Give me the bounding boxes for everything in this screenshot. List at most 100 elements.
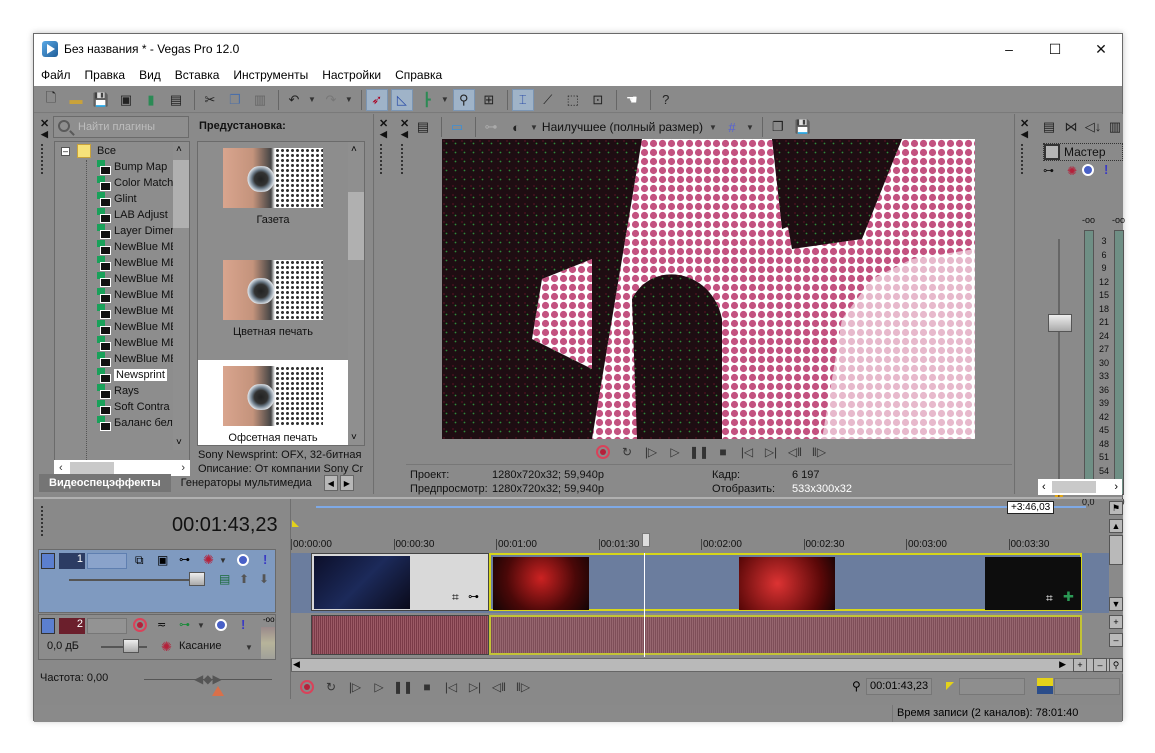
selection-length-field[interactable] — [1054, 678, 1120, 695]
scroll-right-icon[interactable]: › — [181, 462, 185, 474]
plugin-item[interactable]: Rays — [95, 383, 139, 399]
zoom-in-vertical-icon[interactable]: + — [1109, 615, 1123, 629]
snap-icon[interactable]: ◺ — [390, 88, 413, 111]
arm-record-button[interactable] — [133, 618, 147, 635]
play-from-start-button[interactable]: |▷ — [640, 442, 662, 462]
loop-playback-button[interactable]: ↻ — [616, 442, 638, 462]
plugin-item[interactable]: Bump Map — [95, 159, 167, 175]
drag-grip-icon[interactable] — [380, 144, 383, 174]
quality-dropdown-icon[interactable]: ▼ — [709, 123, 717, 132]
solo-icon[interactable]: ! — [263, 552, 267, 567]
mixer-more-icon[interactable]: ▥ — [1104, 116, 1126, 138]
track-name-field[interactable] — [87, 618, 127, 634]
move-up-icon[interactable]: ⬆ — [239, 572, 249, 586]
split-screen-icon[interactable]: ◐ — [505, 116, 527, 138]
track-minimize-icon[interactable] — [41, 618, 55, 634]
mixer-properties-icon[interactable]: ▤ — [1038, 116, 1060, 138]
plugin-item[interactable]: Баланс бел — [95, 415, 173, 431]
redo-icon[interactable]: ↷ — [320, 89, 342, 111]
go-to-end-button[interactable]: ▷| — [760, 442, 782, 462]
crossfade-icon[interactable]: ┣ — [416, 89, 438, 111]
preset-item-selected[interactable]: Офсетная печать — [198, 360, 348, 445]
paste-icon[interactable]: ▥ — [249, 89, 271, 111]
drag-grip-icon[interactable] — [41, 506, 44, 536]
drag-grip-icon[interactable] — [401, 144, 404, 174]
level-slider[interactable] — [189, 572, 205, 586]
volume-slider[interactable] — [123, 639, 139, 653]
video-preview[interactable] — [442, 139, 975, 439]
timeline-tracks[interactable]: ⌗ ⊶ ⌗ ✚ — [291, 553, 1111, 657]
menu-insert[interactable]: Вставка — [175, 68, 220, 82]
marker-bar-icon[interactable]: ⚑ — [1109, 501, 1123, 515]
marker-flag-icon[interactable] — [292, 520, 299, 527]
external-monitor-icon[interactable]: ▭ — [446, 116, 468, 138]
plugin-item[interactable]: Glint — [95, 191, 137, 207]
save-snapshot-icon[interactable]: 💾 — [792, 116, 814, 138]
normal-edit-tool-icon[interactable]: ⌶ — [511, 88, 534, 111]
play-from-start-button[interactable]: |▷ — [344, 677, 366, 697]
preview-quality-select[interactable]: Наилучшее (полный размер) — [542, 120, 703, 134]
track-fx-icon[interactable]: ⊶ — [179, 618, 190, 631]
tab-scroll-right-icon[interactable]: ▶ — [339, 475, 354, 491]
mute-icon[interactable] — [215, 619, 227, 631]
video-clip-selected[interactable]: ⌗ ✚ — [489, 553, 1082, 611]
hscroll-thumb[interactable] — [70, 462, 114, 474]
plugin-item[interactable]: NewBlue ME — [95, 303, 178, 319]
properties-icon[interactable]: ▤ — [165, 89, 187, 111]
paint-icon[interactable]: ☚ — [621, 89, 643, 111]
preset-item[interactable]: Газета — [198, 142, 348, 250]
collapse-panel-icon[interactable]: ◀ — [380, 129, 387, 140]
scroll-down-icon[interactable]: ▼ — [1109, 597, 1123, 611]
ignore-grouping-icon[interactable]: ⊞ — [478, 89, 500, 111]
whats-this-icon[interactable]: ? — [655, 89, 677, 111]
video-track-header[interactable]: 1 ⧉ ▣ ⊶ ✺ ▼ ! ▤ ⬆ ⬇ — [38, 549, 276, 613]
preview-properties-icon[interactable]: ▤ — [412, 116, 434, 138]
scroll-right-icon[interactable]: › — [1114, 481, 1118, 493]
menu-tools[interactable]: Инструменты — [233, 68, 308, 82]
loop-region-bar[interactable] — [316, 506, 1086, 508]
scroll-up-icon[interactable]: ▲ — [1109, 519, 1123, 533]
collapse-panel-icon[interactable]: ◀ — [41, 129, 48, 140]
new-icon[interactable]: 🗋 — [40, 89, 62, 111]
menu-view[interactable]: Вид — [139, 68, 161, 82]
scroll-thumb[interactable] — [1109, 535, 1123, 565]
tab-scroll-left-icon[interactable]: ◀ — [323, 475, 338, 491]
track-minimize-icon[interactable] — [41, 553, 55, 569]
plugin-item[interactable]: Soft Contra — [95, 399, 170, 415]
clip-fx-active-icon[interactable]: ✚ — [1063, 589, 1074, 605]
make-compositing-child-icon[interactable]: ▣ — [157, 553, 168, 567]
solo-icon[interactable]: ! — [241, 617, 245, 632]
video-clip[interactable]: ⌗ ⊶ — [311, 553, 489, 611]
master-automation-icon[interactable]: ✺ — [1067, 164, 1077, 178]
previous-frame-button[interactable]: ◁‖ — [488, 677, 510, 697]
time-ruler[interactable]: 00:00:00 00:00:30 00:01:00 00:01:30 00:02:00… — [291, 539, 1111, 553]
preset-item[interactable]: Цветная печать — [198, 254, 348, 362]
previous-frame-button[interactable]: ◁‖ — [784, 442, 806, 462]
drag-grip-icon[interactable] — [1021, 144, 1024, 174]
collapse-toggle-icon[interactable]: – — [61, 147, 70, 156]
stop-button[interactable]: ■ — [416, 677, 438, 697]
playhead-cursor[interactable] — [644, 553, 645, 657]
loop-playback-button[interactable]: ↻ — [320, 677, 342, 697]
audio-clip-selected[interactable] — [489, 615, 1082, 655]
audio-clip[interactable] — [311, 615, 489, 655]
plugin-item[interactable]: NewBlue ME — [95, 319, 178, 335]
track-automation-icon[interactable]: ✺ — [203, 552, 214, 568]
zoom-in-horizontal-icon[interactable]: + — [1073, 658, 1087, 672]
plugin-item[interactable]: Color Match — [95, 175, 173, 191]
scroll-right-icon[interactable]: ▶ — [1059, 659, 1066, 670]
scroll-thumb[interactable] — [173, 160, 189, 228]
lock-envelope-icon[interactable]: ⚲ — [452, 88, 475, 111]
plugin-item[interactable]: NewBlue ME — [95, 239, 178, 255]
mixer-hscrollbar[interactable]: ‹ › — [1038, 479, 1122, 495]
plugin-item[interactable]: NewBlue ME — [95, 287, 178, 303]
minimize-button[interactable]: – — [986, 34, 1032, 64]
undo-dropdown-icon[interactable]: ▼ — [308, 95, 316, 104]
cut-icon[interactable]: ✂ — [199, 89, 221, 111]
clip-fx-icon[interactable]: ⊶ — [468, 590, 479, 603]
stop-button[interactable]: ■ — [712, 442, 734, 462]
copy-snapshot-icon[interactable]: ❐ — [767, 116, 789, 138]
zoom-out-vertical-icon[interactable]: – — [1109, 633, 1123, 647]
collapse-preview-icon[interactable]: ◀ — [401, 129, 408, 140]
downmix-icon[interactable]: ⋈ — [1060, 116, 1082, 138]
